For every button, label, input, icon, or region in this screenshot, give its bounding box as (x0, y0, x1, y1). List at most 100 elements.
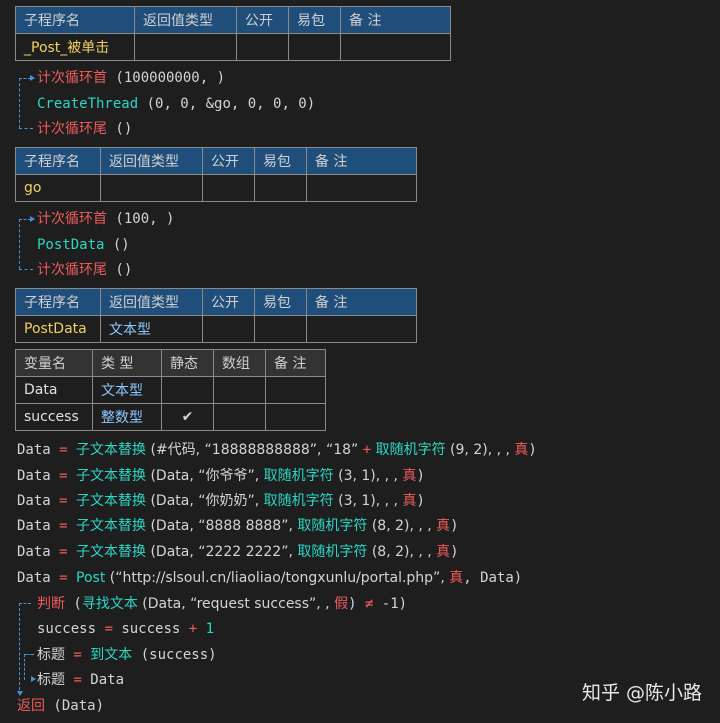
note-cell[interactable] (340, 33, 451, 61)
else-guide-line (24, 654, 25, 680)
loop-end-args: () (107, 121, 133, 137)
function-name: 子文本替换 (76, 442, 147, 458)
code-line-loop-end[interactable]: 计次循环尾 () (37, 260, 132, 280)
var-name-cell[interactable]: success (15, 403, 93, 431)
var-ref: Data (17, 518, 51, 534)
public-cell[interactable] (236, 33, 289, 61)
code-line-postdata[interactable]: PostData () (37, 235, 130, 255)
assign-op: = (50, 570, 77, 586)
easy-pack-cell[interactable] (254, 174, 307, 202)
var-ref: Data (17, 493, 51, 509)
close-paren: ) (528, 442, 537, 458)
col-array: 数组 (213, 349, 266, 377)
code-line[interactable]: 标题 = 到文本 (success) (37, 645, 217, 665)
code-line-loop-start[interactable]: 计次循环首 (100000000, ) (37, 68, 225, 88)
var-type-cell[interactable]: 整数型 (92, 403, 162, 431)
local-variable-table: 变量名 类 型 静态 数组 备 注 Data 文本型 success 整数型 ✔ (15, 349, 326, 431)
bool-literal: 真 (402, 468, 417, 484)
args: , Data) (463, 570, 523, 586)
args: (Data) (45, 698, 105, 714)
bool-literal: 真 (449, 570, 464, 586)
var-ref: success (37, 621, 97, 637)
code-line[interactable]: Data = 子文本替换 (#代码, “18888888888”, “18” +… (17, 440, 537, 460)
else-guide-mid (24, 654, 34, 655)
code-line-if[interactable]: 判断 (寻找文本 (Data, “request success”, , 假) … (37, 594, 407, 614)
close-paren: ) (348, 596, 365, 612)
var-ref: 标题 (37, 647, 65, 663)
public-cell[interactable] (202, 174, 255, 202)
args: (8, 2), , , (367, 544, 437, 560)
easy-pack-cell[interactable] (288, 33, 341, 61)
function-name: 到文本 (90, 647, 133, 663)
call-args: () (104, 237, 130, 253)
col-public: 公开 (202, 147, 255, 175)
assign-op: = (50, 442, 77, 458)
col-note: 备 注 (340, 6, 451, 34)
args: (Data, “request success”, , (137, 596, 335, 612)
code-line[interactable]: Data = 子文本替换 (Data, “你奶奶”, 取随机字符 (3, 1),… (17, 491, 425, 511)
col-easy-pack: 易包 (254, 147, 307, 175)
static-cell[interactable] (161, 376, 214, 404)
sub-name-cell[interactable]: PostData (15, 315, 101, 343)
var-ref: Data (17, 570, 51, 586)
var-type-cell[interactable]: 文本型 (92, 376, 162, 404)
code-line[interactable]: Data = Post (“http://slsoul.cn/liaoliao/… (17, 568, 522, 588)
col-return-type: 返回值类型 (134, 6, 237, 34)
function-name: Post (76, 570, 106, 586)
assign-op: = (65, 647, 91, 663)
sub-name-cell[interactable]: _Post_被单击 (15, 33, 135, 61)
args: (3, 1), , , (333, 493, 403, 509)
var-name-cell[interactable]: Data (15, 376, 93, 404)
col-return-type: 返回值类型 (100, 288, 203, 316)
function-name: 子文本替换 (76, 493, 147, 509)
return-type-cell[interactable]: 文本型 (100, 315, 203, 343)
assign-op: = (50, 468, 77, 484)
note-cell[interactable] (306, 174, 417, 202)
open-paren: ( (65, 596, 82, 612)
code-line-return[interactable]: 返回 (Data) (17, 696, 104, 716)
col-sub-name: 子程序名 (15, 147, 101, 175)
close-paren: ) (450, 544, 459, 560)
function-name: 子文本替换 (76, 518, 147, 534)
sub-name-cell[interactable]: go (15, 174, 101, 202)
col-note: 备 注 (265, 349, 326, 377)
bool-literal: 假 (334, 596, 349, 612)
col-easy-pack: 易包 (254, 288, 307, 316)
note-cell[interactable] (306, 315, 417, 343)
array-cell[interactable] (213, 403, 266, 431)
code-line-loop-start[interactable]: 计次循环首 (100, ) (37, 209, 174, 229)
function-name: 取随机字符 (263, 468, 334, 484)
var-note-cell[interactable] (265, 403, 326, 431)
code-line-loop-end[interactable]: 计次循环尾 () (37, 119, 132, 139)
col-easy-pack: 易包 (288, 6, 341, 34)
code-line[interactable]: success = success + 1 (37, 619, 214, 639)
array-cell[interactable] (213, 376, 266, 404)
assign-op: = (65, 672, 91, 688)
function-name: 取随机字符 (263, 493, 334, 509)
var-note-cell[interactable] (265, 376, 326, 404)
col-note: 备 注 (306, 147, 417, 175)
return-type-cell[interactable] (100, 174, 203, 202)
var-ref: 标题 (37, 672, 65, 688)
loop-start-args: (100000000, ) (107, 70, 226, 86)
code-line-createthread[interactable]: CreateThread (0, 0, &go, 0, 0, 0) (37, 94, 315, 114)
easy-pack-cell[interactable] (254, 315, 307, 343)
code-line[interactable]: Data = 子文本替换 (Data, “你爷爷”, 取随机字符 (3, 1),… (17, 466, 425, 486)
col-public: 公开 (202, 288, 255, 316)
return-type-cell[interactable] (134, 33, 237, 61)
code-line[interactable]: Data = 子文本替换 (Data, “2222 2222”, 取随机字符 (… (17, 542, 459, 562)
var-row: Data 文本型 (15, 376, 326, 404)
col-sub-name: 子程序名 (15, 288, 101, 316)
public-cell[interactable] (202, 315, 255, 343)
bool-literal: 真 (514, 442, 529, 458)
loop-end-keyword: 计次循环尾 (37, 121, 107, 137)
args: (#代码, “18888888888”, “18” (146, 442, 363, 458)
code-line[interactable]: 标题 = Data (37, 670, 124, 690)
bool-literal: 真 (402, 493, 417, 509)
close-paren: ) (416, 493, 425, 509)
code-line[interactable]: Data = 子文本替换 (Data, “8888 8888”, 取随机字符 (… (17, 516, 459, 536)
call-function: PostData (37, 237, 105, 253)
static-checkbox[interactable]: ✔ (161, 403, 214, 431)
assign-op: = (50, 518, 77, 534)
args: (3, 1), , , (333, 468, 403, 484)
